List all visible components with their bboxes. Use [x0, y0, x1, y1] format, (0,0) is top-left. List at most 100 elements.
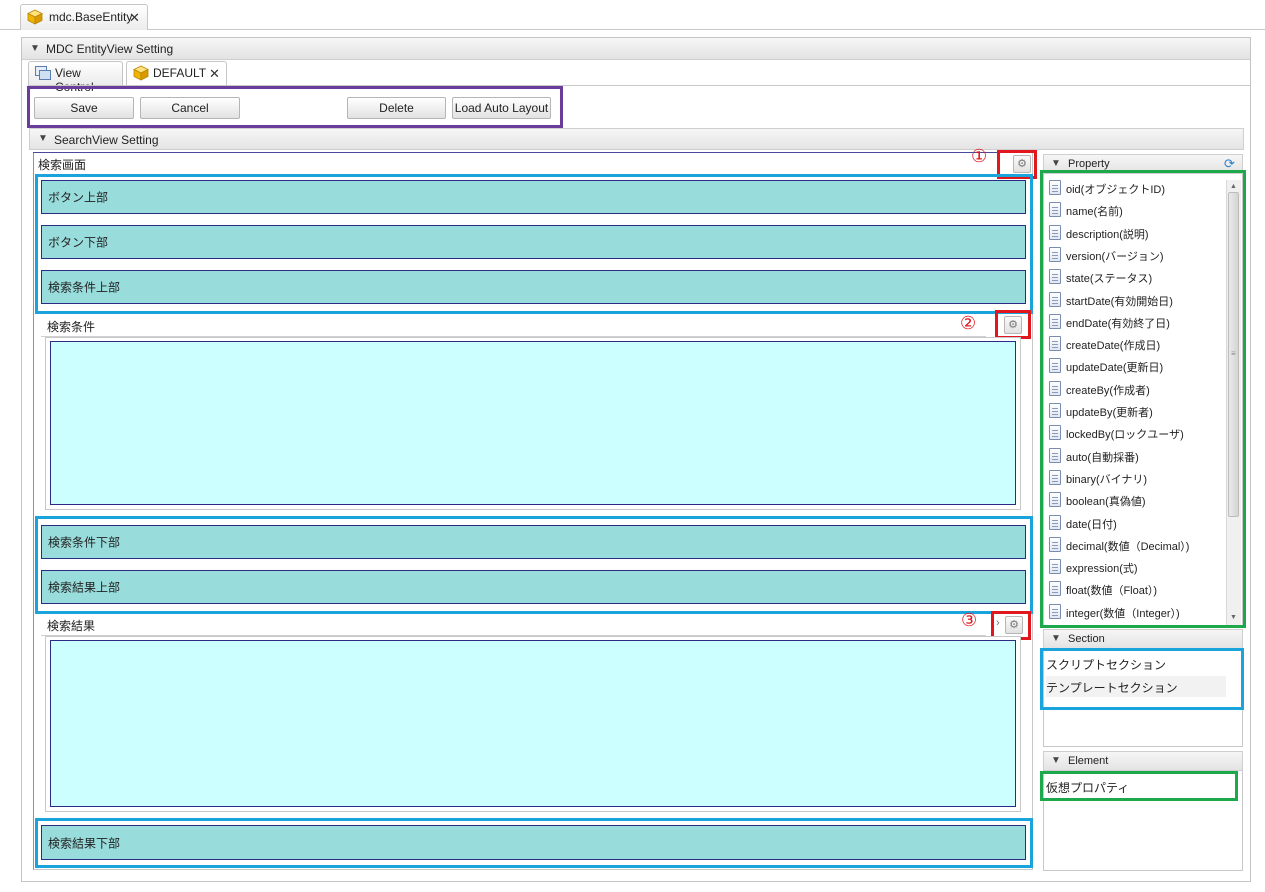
property-item[interactable]: updateBy(更新者) — [1049, 400, 1224, 422]
property-item-label: boolean(真偽値) — [1066, 496, 1146, 509]
tab-label: DEFAULT — [153, 66, 207, 80]
property-item[interactable]: oid(オブジェクトID) — [1049, 177, 1224, 199]
element-panel-title: Element — [1068, 755, 1109, 767]
property-item[interactable]: expression(式) — [1049, 556, 1224, 578]
document-icon — [1049, 514, 1061, 530]
gear-icon[interactable]: ⚙ — [1004, 316, 1022, 334]
document-icon — [1049, 246, 1061, 262]
document-icon — [1049, 336, 1061, 352]
property-item-label: lockedBy(ロックユーザ) — [1066, 429, 1184, 442]
chevron-right-icon[interactable]: › — [996, 617, 1000, 629]
section-result-bottom[interactable]: 検索結果下部 — [41, 825, 1026, 860]
document-icon — [1049, 536, 1061, 552]
scroll-down-icon[interactable]: ▼ — [1227, 612, 1240, 624]
property-item[interactable]: state(ステータス) — [1049, 266, 1224, 288]
marker-3: ③ — [961, 610, 978, 630]
document-icon — [1049, 358, 1061, 374]
property-title: Property — [1068, 158, 1110, 170]
file-tab-label: mdc.BaseEntity — [49, 10, 133, 24]
panel-header[interactable]: ▼ MDC EntityView Setting — [22, 38, 1250, 60]
property-item-label: oid(オブジェクトID) — [1066, 184, 1166, 196]
file-tab-basentity[interactable]: mdc.BaseEntity ✕ — [20, 4, 148, 30]
property-item[interactable]: integer(数値（Integer）) — [1049, 601, 1224, 623]
property-item[interactable]: binary(バイナリ) — [1049, 467, 1224, 489]
property-item-label: date(日付) — [1066, 518, 1117, 531]
property-item-label: float(数値（Float）) — [1066, 585, 1158, 598]
property-item[interactable]: updateDate(更新日) — [1049, 355, 1224, 377]
load-auto-layout-button[interactable]: Load Auto Layout — [452, 97, 551, 119]
property-item[interactable]: lockedBy(ロックユーザ) — [1049, 422, 1224, 444]
cancel-button[interactable]: Cancel — [140, 97, 240, 119]
property-item[interactable]: description(説明) — [1049, 222, 1224, 244]
section-button-bottom[interactable]: ボタン下部 — [41, 225, 1026, 259]
close-icon[interactable]: ✕ — [129, 10, 140, 26]
search-condition-drop-area[interactable] — [50, 341, 1016, 505]
section-condition-top[interactable]: 検索条件上部 — [41, 270, 1026, 304]
save-button[interactable]: Save — [34, 97, 134, 119]
property-item-label: startDate(有効開始日) — [1066, 295, 1173, 308]
property-item[interactable]: version(バージョン) — [1049, 244, 1224, 266]
property-item[interactable]: createBy(作成者) — [1049, 378, 1224, 400]
section-header[interactable]: ▼ Section — [1043, 629, 1243, 649]
property-item[interactable]: name(名前) — [1049, 199, 1224, 221]
document-icon — [1049, 492, 1061, 508]
property-item-label: updateBy(更新者) — [1066, 407, 1153, 419]
searchview-header[interactable]: ▼ SearchView Setting — [29, 128, 1244, 150]
search-result-drop-area[interactable] — [50, 640, 1016, 807]
property-item[interactable]: endDate(有効終了日) — [1049, 311, 1224, 333]
section-condition-bottom[interactable]: 検索条件下部 — [41, 525, 1026, 559]
chevron-down-icon[interactable]: ▼ — [38, 133, 48, 144]
searchview-title: SearchView Setting — [54, 133, 159, 147]
chevron-down-icon[interactable]: ▼ — [30, 43, 40, 54]
property-item-label: integer(数値（Integer）) — [1066, 607, 1180, 620]
property-item[interactable]: date(日付) — [1049, 512, 1224, 534]
section-label: 検索結果下部 — [48, 836, 121, 850]
section-label: 検索条件上部 — [48, 280, 121, 295]
file-tab-bar — [0, 0, 1265, 30]
document-icon — [1049, 291, 1061, 307]
section-button-top[interactable]: ボタン上部 — [41, 180, 1026, 214]
property-item-label: updateDate(更新日) — [1066, 362, 1164, 375]
grip-icon: ≡ — [1231, 349, 1236, 358]
entity-cube-icon — [27, 9, 43, 25]
document-icon — [1049, 269, 1061, 285]
section-label: ボタン上部 — [48, 190, 109, 205]
section-item-template[interactable]: テンプレートセクション — [1046, 676, 1226, 697]
gear-icon[interactable]: ⚙ — [1005, 616, 1023, 634]
close-icon[interactable]: ✕ — [209, 66, 220, 82]
property-item[interactable]: decimal(数値（Decimal）) — [1049, 534, 1224, 556]
section-label: ボタン下部 — [48, 235, 109, 250]
section-item-label: テンプレートセクション — [1046, 681, 1178, 695]
property-item[interactable]: float(数値（Float）) — [1049, 578, 1224, 600]
tab-default[interactable]: DEFAULT ✕ — [126, 61, 227, 85]
document-icon — [1049, 425, 1061, 441]
document-icon — [1049, 380, 1061, 396]
property-item[interactable]: createDate(作成日) — [1049, 333, 1224, 355]
chevron-down-icon[interactable]: ▼ — [1051, 633, 1061, 644]
property-item-label: createBy(作成者) — [1066, 384, 1150, 397]
element-item-virtual-property[interactable]: 仮想プロパティ — [1046, 776, 1226, 796]
document-icon — [1049, 559, 1061, 575]
gear-icon[interactable]: ⚙ — [1013, 155, 1031, 173]
document-icon — [1049, 603, 1061, 619]
chevron-down-icon[interactable]: ▼ — [1051, 755, 1061, 766]
property-item[interactable]: startDate(有効開始日) — [1049, 289, 1224, 311]
document-icon — [1049, 581, 1061, 597]
property-item-label: description(説明) — [1066, 228, 1149, 241]
document-icon — [1049, 313, 1061, 329]
section-item-script[interactable]: スクリプトセクション — [1046, 653, 1226, 674]
delete-button[interactable]: Delete — [347, 97, 446, 119]
property-item-label: endDate(有効終了日) — [1066, 317, 1170, 330]
view-control-icon — [35, 66, 51, 80]
property-item[interactable]: auto(自動採番) — [1049, 445, 1224, 467]
document-icon — [1049, 469, 1061, 485]
section-result-top[interactable]: 検索結果上部 — [41, 570, 1026, 604]
tab-view-control[interactable]: View Control — [28, 61, 123, 94]
divider — [33, 152, 1033, 153]
section-panel-title: Section — [1068, 633, 1105, 645]
property-item-label: binary(バイナリ) — [1066, 473, 1148, 486]
property-item[interactable]: boolean(真偽値) — [1049, 489, 1224, 511]
element-header[interactable]: ▼ Element — [1043, 751, 1243, 771]
chevron-down-icon[interactable]: ▼ — [1051, 158, 1061, 169]
search-condition-label: 検索条件 — [47, 320, 96, 334]
